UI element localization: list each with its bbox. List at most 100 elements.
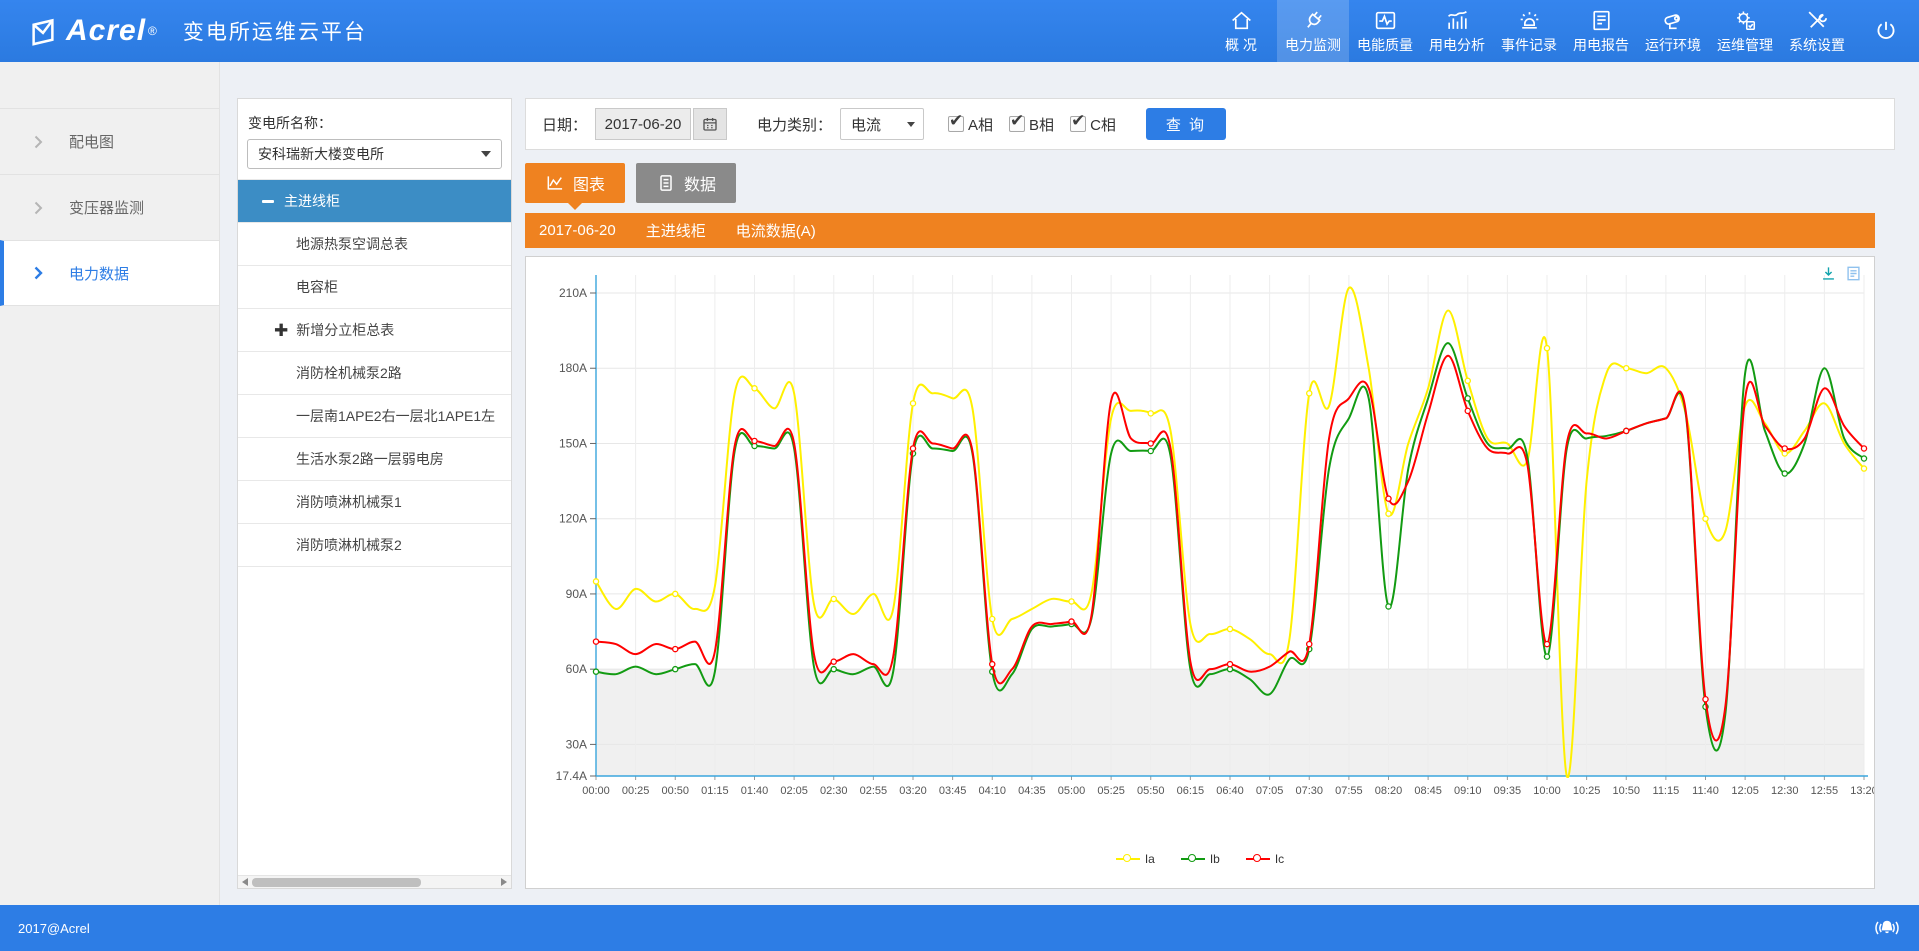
svg-text:05:50: 05:50 [1137,785,1165,797]
chevron-right-icon [34,266,43,280]
footer-bar: 2017@Acrel [0,905,1919,951]
expand-plus-icon[interactable]: ✚ [274,322,288,339]
nav-label: 电能质量 [1357,35,1413,55]
chart-plot-area[interactable]: 00:0000:2500:5001:1501:4002:0502:3002:55… [526,257,1874,813]
svg-text:11:40: 11:40 [1692,785,1719,797]
tools-icon [1805,8,1830,33]
chevron-down-icon [907,122,915,127]
svg-text:08:20: 08:20 [1375,785,1403,797]
sidebar-item-power-data[interactable]: 电力数据 [0,240,219,306]
bell-icon [1873,914,1901,942]
tree-item[interactable]: 消防喷淋机械泵2 [238,524,511,567]
svg-text:11:15: 11:15 [1653,785,1680,797]
camera-icon [1661,8,1686,33]
legend-item-ib[interactable]: Ib [1181,852,1220,866]
brand-name: Acrel [66,14,146,48]
svg-text:04:35: 04:35 [1018,785,1046,797]
svg-text:10:00: 10:00 [1533,785,1561,797]
view-tabs: 图表 数据 [525,163,1895,203]
alarm-icon [1517,8,1542,33]
download-chart-button[interactable] [1820,265,1837,282]
nav-item-power-quality[interactable]: 电能质量 [1349,0,1421,62]
svg-text:01:40: 01:40 [741,785,769,797]
phase-label: B相 [1029,114,1054,135]
nav-label: 事件记录 [1501,35,1557,55]
tree-item-label: 消防栓机械泵2路 [296,363,402,383]
data-view-button[interactable] [1845,265,1862,282]
legend-label: Ib [1210,852,1220,866]
date-input[interactable]: 2017-06-20 [595,108,691,140]
tree-item[interactable]: 消防喷淋机械泵1 [238,481,511,524]
brand: Acrel ® 变电所运维云平台 [0,14,367,48]
filter-bar: 日期： 2017-06-20 电力类别： 电流 ✔ A相 ✔ B相 ✔ [525,98,1895,150]
query-button[interactable]: 查 询 [1146,108,1226,140]
download-icon [1820,265,1837,282]
nav-item-power-report[interactable]: 用电报告 [1565,0,1637,62]
nav-item-event-log[interactable]: 事件记录 [1493,0,1565,62]
tree-item[interactable]: ✚ 新增分立柜总表 [238,309,511,352]
nav-item-ops-management[interactable]: 运维管理 [1709,0,1781,62]
gears-icon [1733,8,1758,33]
sidebar-item-label: 电力数据 [69,263,129,284]
tab-chart[interactable]: 图表 [525,163,625,203]
tree-item[interactable]: 电容柜 [238,266,511,309]
nav-item-power-monitoring[interactable]: 电力监测 [1277,0,1349,62]
main-content: 日期： 2017-06-20 电力类别： 电流 ✔ A相 ✔ B相 ✔ [525,98,1895,889]
phase-a-checkbox[interactable]: ✔ A相 [948,114,993,135]
svg-text:13:20: 13:20 [1850,785,1874,797]
calendar-icon [701,115,719,133]
chevron-right-icon [34,201,43,215]
phase-c-checkbox[interactable]: ✔ C相 [1070,114,1116,135]
horizontal-scrollbar[interactable] [238,875,511,888]
chart-title-device: 主进线柜 [646,220,706,241]
tree-item[interactable]: 地源热泵空调总表 [238,223,511,266]
station-select[interactable]: 安科瑞新大楼变电所 [247,139,502,169]
tab-label: 数据 [684,171,716,195]
nav-label: 运维管理 [1717,35,1773,55]
collapse-minus-icon[interactable] [262,200,274,203]
bars-icon [1445,8,1470,33]
chart-toolbox [1820,265,1862,282]
scroll-right-arrow[interactable] [497,878,511,886]
checkbox-checked-icon: ✔ [1070,116,1086,132]
phase-label: A相 [968,114,993,135]
calendar-button[interactable] [693,108,727,140]
nav-item-environment[interactable]: 运行环境 [1637,0,1709,62]
tree-item[interactable]: 一层南1APE2右一层北1APE1左 [238,395,511,438]
svg-text:01:15: 01:15 [701,785,729,797]
svg-text:210A: 210A [559,286,587,300]
legend-item-ic[interactable]: Ic [1246,852,1284,866]
nav-item-power-analysis[interactable]: 用电分析 [1421,0,1493,62]
device-panel: 变电所名称： 安科瑞新大楼变电所 主进线柜 地源热泵空调总表 电容柜 ✚ 新增分… [237,98,512,889]
svg-text:02:55: 02:55 [860,785,888,797]
nav-label: 用电报告 [1573,35,1629,55]
chart-title-bar: 2017-06-20 主进线柜 电流数据(A) [525,213,1875,248]
scroll-left-arrow[interactable] [238,878,252,886]
data-table-icon [656,173,676,193]
legend-item-ia[interactable]: Ia [1116,852,1155,866]
tree-item-main-incoming-cabinet[interactable]: 主进线柜 [238,180,511,223]
nav-label: 系统设置 [1789,35,1845,55]
nav-item-system-settings[interactable]: 系统设置 [1781,0,1853,62]
sidebar-item-transformer-monitoring[interactable]: 变压器监测 [0,174,219,240]
scrollbar-thumb[interactable] [252,878,421,887]
tab-data[interactable]: 数据 [636,163,736,203]
legend-swatch-ia [1116,858,1140,860]
chevron-down-icon [481,151,491,157]
phase-b-checkbox[interactable]: ✔ B相 [1009,114,1054,135]
date-label: 日期： [542,114,587,135]
nav-item-overview[interactable]: 概 况 [1205,0,1277,62]
svg-text:03:45: 03:45 [939,785,967,797]
sidebar-item-distribution-diagram[interactable]: 配电图 [0,108,219,174]
svg-text:06:40: 06:40 [1216,785,1244,797]
legend-label: Ia [1145,852,1155,866]
svg-text:12:05: 12:05 [1731,785,1759,797]
tree-item[interactable]: 生活水泵2路一层弱电房 [238,438,511,481]
nav-label: 电力监测 [1285,35,1341,55]
power-type-select[interactable]: 电流 [840,108,924,140]
logout-power-button[interactable] [1853,0,1919,62]
chart-title-metric: 电流数据(A) [736,220,816,241]
svg-text:00:25: 00:25 [622,785,650,797]
alarm-bell-button[interactable] [1873,914,1901,942]
tree-item[interactable]: 消防栓机械泵2路 [238,352,511,395]
